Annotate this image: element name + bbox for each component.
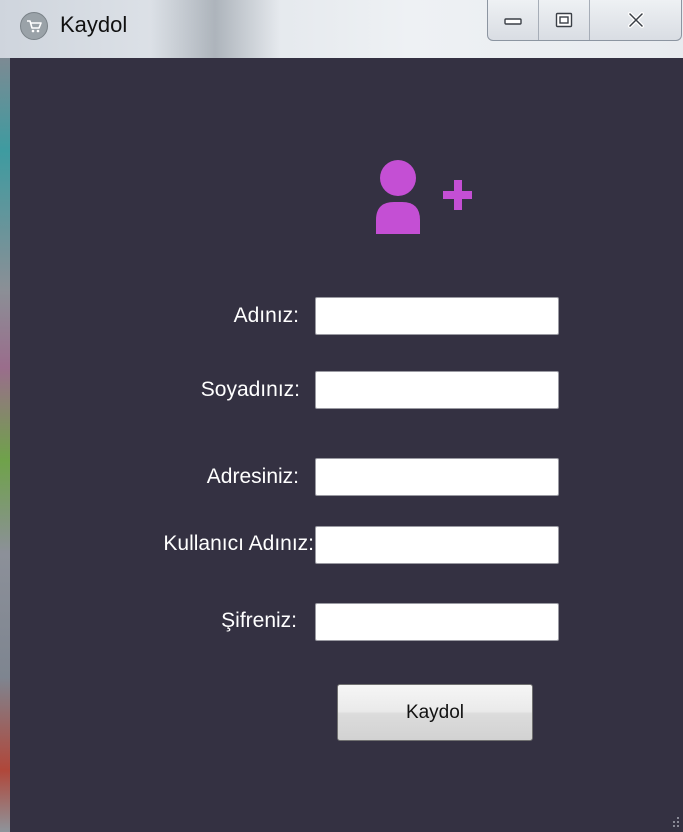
title-bar-glow xyxy=(150,0,280,58)
title-bar[interactable]: Kaydol xyxy=(0,0,683,58)
maximize-icon xyxy=(555,12,573,28)
first-name-label: Adınız: xyxy=(233,304,299,327)
register-button[interactable]: Kaydol xyxy=(337,684,533,741)
address-label: Adresiniz: xyxy=(206,465,299,488)
first-name-input[interactable] xyxy=(315,297,559,335)
window-left-border xyxy=(0,58,10,832)
last-name-label: Soyadınız: xyxy=(200,378,300,401)
address-input[interactable] xyxy=(315,458,559,496)
resize-grip-icon[interactable] xyxy=(672,816,680,828)
cart-icon[interactable] xyxy=(20,12,48,40)
password-input[interactable] xyxy=(315,603,559,641)
close-icon xyxy=(627,12,644,28)
username-label: Kullanıcı Adınız: xyxy=(163,532,314,555)
maximize-button[interactable] xyxy=(539,0,590,40)
user-plus-icon xyxy=(376,160,472,234)
password-label: Şifreniz: xyxy=(221,609,297,632)
window-title: Kaydol xyxy=(60,12,128,37)
username-input[interactable] xyxy=(315,526,559,564)
minimize-icon xyxy=(504,18,522,25)
last-name-input[interactable] xyxy=(315,371,559,409)
window-controls xyxy=(487,0,682,41)
close-button[interactable] xyxy=(590,0,681,40)
minimize-button[interactable] xyxy=(488,0,539,40)
